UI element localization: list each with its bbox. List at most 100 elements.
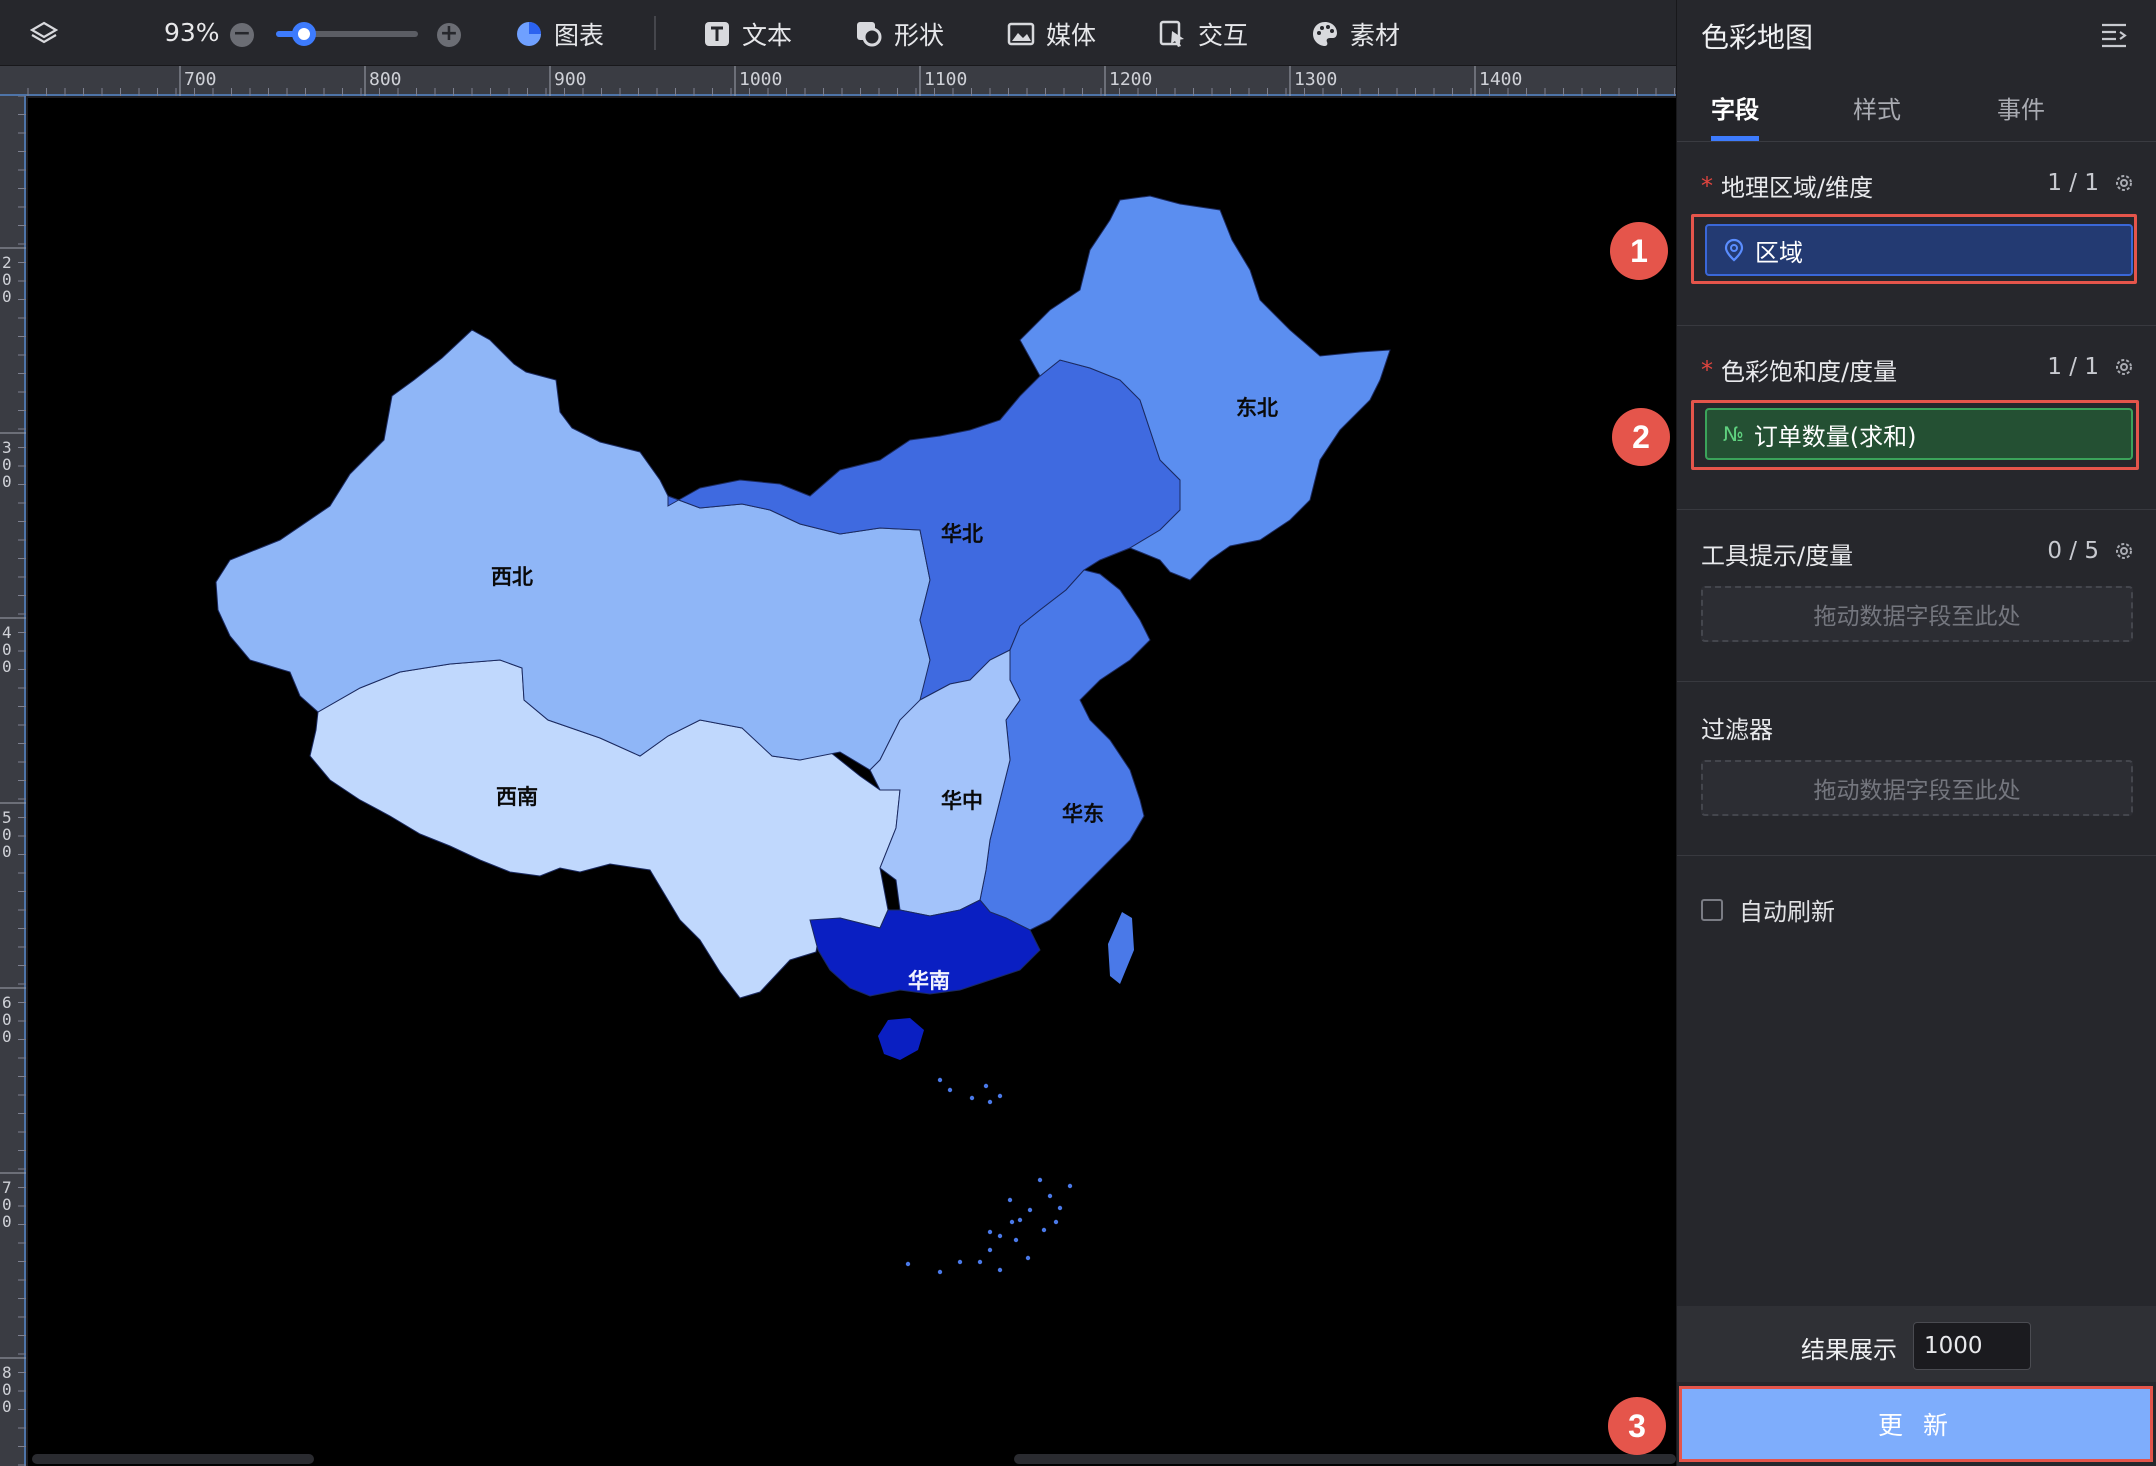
tooltip-drop-zone[interactable]: 拖动数据字段至此处	[1701, 586, 2133, 642]
island-dot	[987, 1099, 993, 1105]
color-field-count: 1 / 1	[2047, 354, 2099, 380]
required-marker: *	[1701, 171, 1713, 200]
region-northwest[interactable]	[215, 329, 931, 771]
ruler-left-label: 0	[2, 1212, 12, 1231]
ruler-left-label: 0	[2, 1397, 12, 1416]
gear-icon[interactable]	[2113, 172, 2135, 194]
toolbar-interaction-button[interactable]: 交互	[1158, 14, 1248, 54]
region-taiwan[interactable]	[1108, 912, 1134, 984]
tab-fields[interactable]: 字段	[1711, 90, 1759, 125]
zoom-slider[interactable]	[276, 22, 418, 46]
island-dot	[1013, 1237, 1019, 1243]
geo-section-header: * 地理区域/维度	[1701, 168, 1873, 203]
color-section-label: 色彩饱和度/度量	[1721, 358, 1898, 386]
color-section-header: * 色彩饱和度/度量	[1701, 352, 1897, 387]
auto-refresh-checkbox[interactable]	[1701, 898, 1723, 921]
tooltip-section-label: 工具提示/度量	[1701, 542, 1854, 570]
filter-section: 过滤器 拖动数据字段至此处	[1677, 682, 2156, 856]
zoom-in-icon[interactable]: +	[437, 23, 461, 47]
region-label-north-china: 华北	[941, 522, 983, 546]
color-measure-section: * 色彩饱和度/度量 1 / 1 № 订单数量(求和)	[1677, 326, 2156, 510]
ruler-top-label: 1300	[1294, 69, 1337, 90]
auto-refresh-row[interactable]: 自动刷新	[1701, 892, 1835, 927]
geo-field-pill[interactable]: 区域	[1705, 224, 2133, 276]
tooltip-section: 工具提示/度量 0 / 5 拖动数据字段至此处	[1677, 510, 2156, 682]
island-dot	[987, 1247, 993, 1253]
toolbar-material-label: 素材	[1350, 21, 1401, 50]
geo-field-name: 区域	[1755, 238, 1803, 267]
zoom-slider-handle[interactable]	[292, 22, 317, 46]
layers-icon[interactable]	[30, 20, 58, 48]
toolbar-media-button[interactable]: 媒体	[1006, 14, 1096, 54]
island-dot	[947, 1087, 953, 1093]
toolbar-media-label: 媒体	[1046, 21, 1097, 50]
island-dot	[1025, 1255, 1031, 1261]
tooltip-field-count: 0 / 5	[2047, 538, 2099, 564]
filter-drop-zone[interactable]: 拖动数据字段至此处	[1701, 760, 2133, 816]
toolbar-text-label: 文本	[742, 21, 793, 50]
island-dot	[1041, 1227, 1047, 1233]
island-dot	[997, 1093, 1003, 1099]
island-dot	[1009, 1219, 1015, 1225]
map-canvas[interactable]: 东北 华北 西北 西南 华中 华东 华南	[28, 98, 1676, 1466]
island-dot	[1053, 1219, 1059, 1225]
panel-menu-icon[interactable]	[2100, 22, 2128, 48]
horizontal-ruler: 700 800 900 1000 1100 1200 1300 1400	[0, 66, 1676, 96]
island-dot	[1037, 1177, 1043, 1183]
canvas-scrollbar-left[interactable]	[32, 1454, 314, 1464]
island-dot	[1027, 1207, 1033, 1213]
palette-icon	[1313, 22, 1337, 46]
toolbar-divider	[654, 16, 656, 50]
canvas-scrollbar-horizontal[interactable]	[1014, 1454, 1676, 1464]
result-count-input[interactable]: 1000	[1913, 1322, 2031, 1370]
island-dot	[937, 1269, 943, 1275]
number-type-icon: №	[1723, 422, 1744, 446]
ruler-top-label: 1400	[1479, 69, 1522, 90]
step-badge-1: 1	[1610, 222, 1668, 280]
interaction-icon	[1159, 20, 1184, 47]
ruler-left-label: 0	[2, 657, 12, 676]
ruler-top-label: 1100	[924, 69, 967, 90]
tab-style[interactable]: 样式	[1853, 90, 1901, 125]
island-dot	[1057, 1205, 1063, 1211]
island-dot	[977, 1259, 983, 1265]
config-panel: 色彩地图 字段 样式 事件 * 地理区域/维度 1 / 1 区域 * 色彩饱和度…	[1676, 0, 2156, 1466]
region-label-northeast: 东北	[1236, 396, 1278, 420]
image-icon	[1007, 22, 1035, 46]
geo-field-count: 1 / 1	[2047, 170, 2099, 196]
active-tab-indicator	[1711, 136, 1759, 141]
measure-field-pill[interactable]: № 订单数量(求和)	[1705, 408, 2133, 460]
zoom-out-icon[interactable]: −	[230, 23, 254, 47]
step-badge-2: 2	[1612, 408, 1670, 466]
island-dot	[1047, 1193, 1053, 1199]
toolbar-chart-button[interactable]: 图表	[514, 14, 604, 54]
ruler-top-label: 1000	[739, 69, 782, 90]
toolbar-shape-button[interactable]: 形状	[854, 14, 944, 54]
text-icon	[705, 22, 729, 46]
toolbar-shape-label: 形状	[894, 21, 945, 50]
island-dot	[983, 1083, 989, 1089]
region-label-central-china: 华中	[941, 789, 983, 813]
island-dot	[1067, 1183, 1073, 1189]
toolbar-material-button[interactable]: 素材	[1310, 14, 1400, 54]
island-dot	[1007, 1197, 1013, 1203]
result-bar: 结果展示 1000	[1677, 1306, 2156, 1382]
region-label-south-china: 华南	[908, 969, 950, 993]
step-badge-3: 3	[1608, 1397, 1666, 1455]
measure-field-name: 订单数量(求和)	[1753, 422, 1917, 451]
region-hainan[interactable]	[878, 1018, 924, 1060]
ruler-left-label: 0	[2, 472, 12, 491]
update-button[interactable]: 更 新	[1679, 1386, 2153, 1462]
panel-tabs: 字段 样式 事件	[1677, 70, 2156, 142]
ruler-left-label: 0	[2, 287, 12, 306]
toolbar-text-button[interactable]: 文本	[702, 14, 792, 54]
region-label-northwest: 西北	[491, 565, 533, 589]
ruler-top-label: 1200	[1109, 69, 1152, 90]
panel-title: 色彩地图	[1701, 21, 1814, 54]
pie-chart-icon	[517, 22, 541, 46]
gear-icon[interactable]	[2113, 540, 2135, 562]
island-dot	[997, 1233, 1003, 1239]
gear-icon[interactable]	[2113, 356, 2135, 378]
filter-section-header: 过滤器	[1701, 710, 1773, 745]
tab-events[interactable]: 事件	[1997, 90, 2045, 125]
